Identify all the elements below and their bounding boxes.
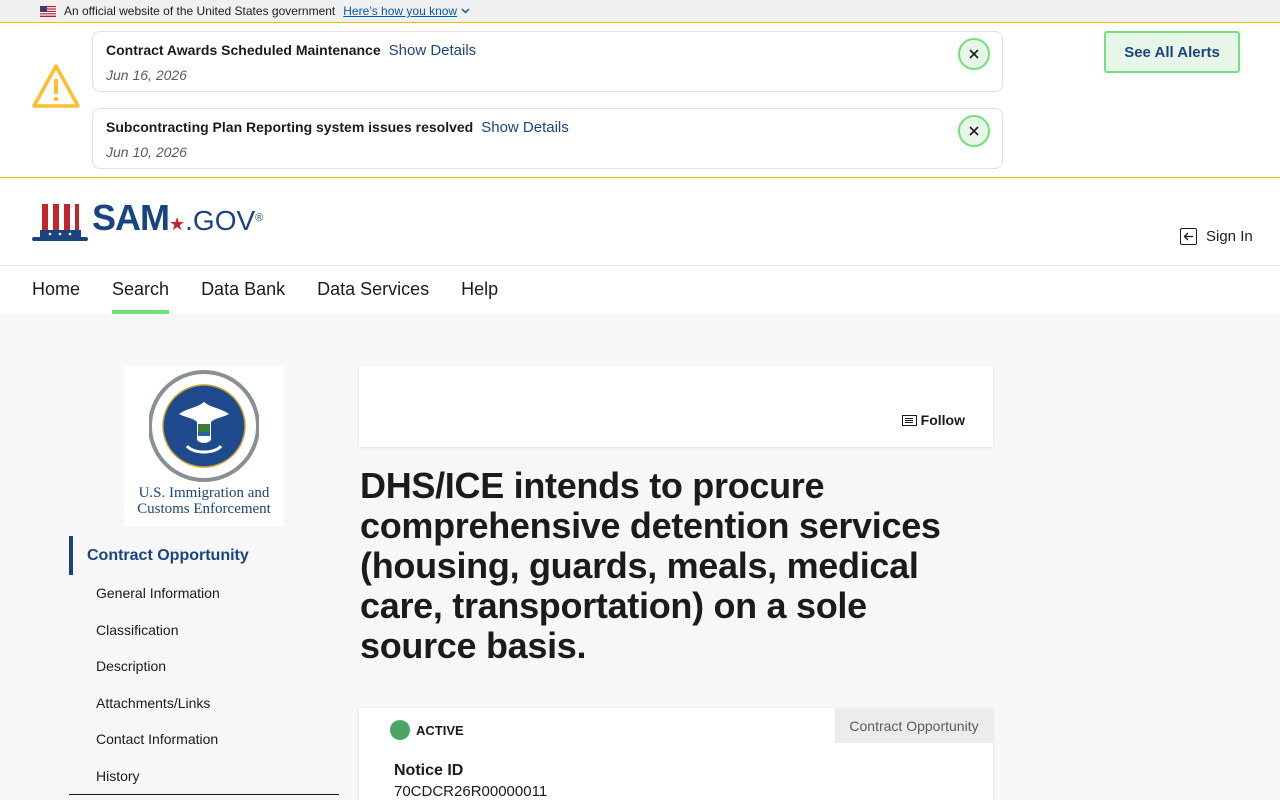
follow-button[interactable]: Follow	[901, 412, 965, 428]
sidebar-item-classification[interactable]: Classification	[96, 622, 178, 638]
show-details-link[interactable]: Show Details	[481, 119, 569, 136]
chevron-down-icon	[461, 6, 470, 16]
dhs-seal-icon	[149, 370, 259, 482]
sidebar-item-contact-information[interactable]: Contact Information	[96, 731, 218, 747]
alert-date: Jun 16, 2026	[106, 67, 187, 83]
notice-id-value: 70CDCR26R00000011	[394, 783, 548, 800]
uncle-sam-hat-icon	[32, 204, 88, 241]
agency-logo: U.S. Immigration and Customs Enforcement	[124, 366, 284, 526]
logo-sam-text: SAM	[92, 197, 170, 238]
main-nav: Home Search Data Bank Data Services Help	[0, 266, 1280, 314]
agency-name: U.S. Immigration and Customs Enforcement	[124, 485, 284, 517]
warning-icon	[32, 64, 80, 108]
nav-home[interactable]: Home	[32, 266, 80, 314]
notice-type-badge: Contract Opportunity	[835, 708, 993, 743]
us-flag-icon	[40, 5, 56, 17]
sidebar-item-history[interactable]: History	[96, 768, 140, 784]
alert-title: Subcontracting Plan Reporting system iss…	[106, 119, 569, 136]
alert-card: Subcontracting Plan Reporting system iss…	[92, 108, 1003, 169]
logo-wordmark: SAM★.GOV®	[92, 200, 263, 242]
sign-in-label: Sign In	[1206, 228, 1253, 245]
nav-data-services[interactable]: Data Services	[317, 266, 429, 314]
status-dot-icon	[390, 720, 410, 740]
nav-search[interactable]: Search	[112, 266, 170, 314]
alert-date: Jun 10, 2026	[106, 144, 187, 160]
close-alert-button[interactable]	[958, 38, 990, 70]
close-alert-button[interactable]	[958, 115, 990, 147]
notice-detail-card: ACTIVE Contract Opportunity Notice ID 70…	[359, 708, 993, 800]
alert-title-text: Subcontracting Plan Reporting system iss…	[106, 119, 474, 135]
notice-id-label: Notice ID	[394, 762, 464, 779]
nav-help[interactable]: Help	[461, 266, 498, 314]
how-you-know-label: Here’s how you know	[343, 4, 458, 18]
sign-in-icon	[1180, 228, 1197, 245]
newspaper-icon	[901, 414, 917, 426]
logo-star-icon: ★	[169, 214, 186, 234]
sidebar-divider	[69, 794, 339, 795]
sam-gov-logo[interactable]: SAM★.GOV®	[32, 200, 263, 242]
close-icon	[969, 126, 979, 136]
sidebar-item-description[interactable]: Description	[96, 658, 166, 674]
status-badge: ACTIVE	[390, 720, 464, 740]
sidebar-item-general-information[interactable]: General Information	[96, 585, 220, 601]
how-you-know-link[interactable]: Here’s how you know	[343, 4, 470, 18]
gov-banner: An official website of the United States…	[0, 0, 1280, 23]
page-title: DHS/ICE intends to procure comprehensive…	[360, 465, 941, 666]
site-header: SAM★.GOV® Sign In	[0, 178, 1280, 266]
logo-gov-text: .GOV	[185, 205, 256, 236]
alert-card: Contract Awards Scheduled Maintenance Sh…	[92, 31, 1003, 92]
gov-banner-text: An official website of the United States…	[64, 4, 336, 18]
nav-data-bank[interactable]: Data Bank	[201, 266, 285, 314]
sidebar-item-attachments-links[interactable]: Attachments/Links	[96, 695, 210, 711]
sidebar-item-contract-opportunity[interactable]: Contract Opportunity	[69, 536, 339, 575]
sign-in-link[interactable]: Sign In	[1180, 228, 1253, 245]
alert-title: Contract Awards Scheduled Maintenance Sh…	[106, 42, 476, 59]
close-icon	[969, 49, 979, 59]
show-details-link[interactable]: Show Details	[389, 42, 477, 59]
agency-name-line: U.S. Immigration and	[138, 485, 270, 501]
see-all-alerts-button[interactable]: See All Alerts	[1104, 31, 1240, 73]
alert-title-text: Contract Awards Scheduled Maintenance	[106, 42, 381, 58]
logo-registered-mark: ®	[255, 212, 264, 224]
agency-name-line: Customs Enforcement	[137, 501, 271, 517]
follow-label: Follow	[920, 412, 965, 428]
follow-card: Follow	[359, 366, 993, 447]
alerts-region: Contract Awards Scheduled Maintenance Sh…	[0, 23, 1280, 178]
status-label: ACTIVE	[416, 722, 464, 738]
